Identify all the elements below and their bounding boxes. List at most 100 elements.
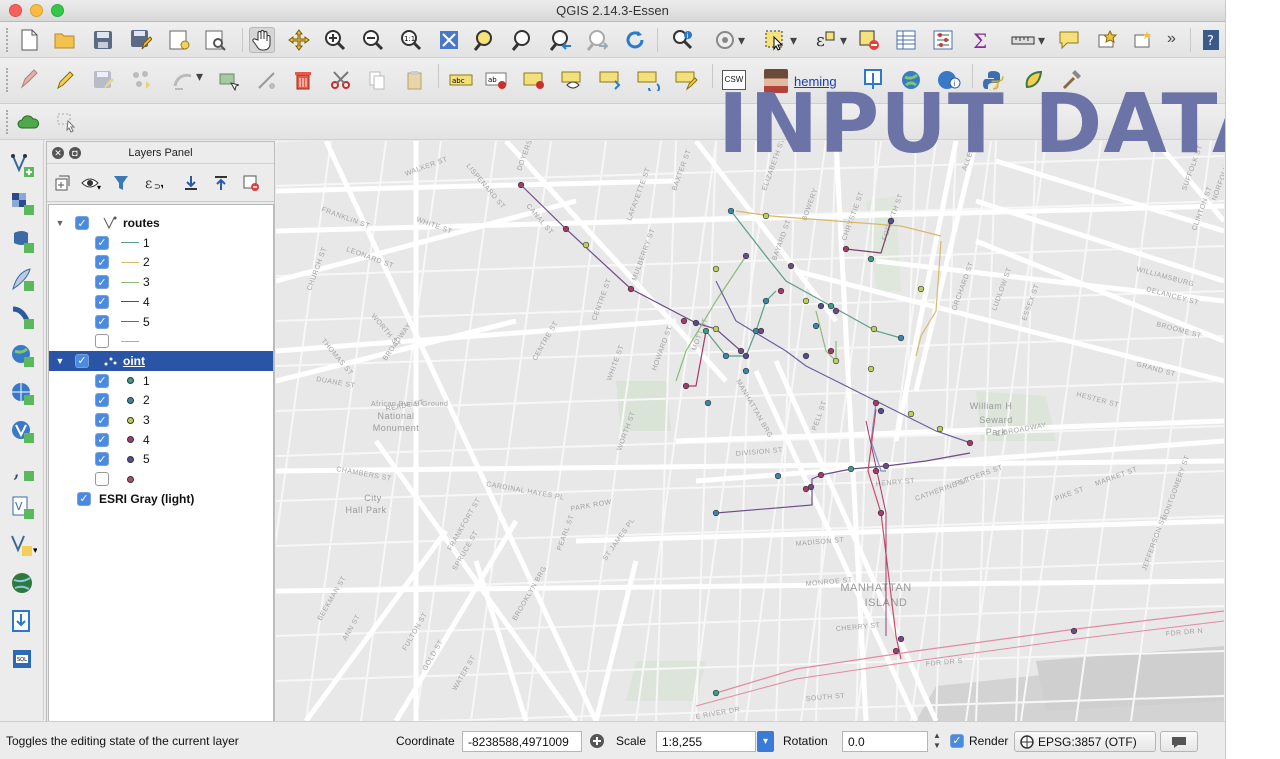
add-wfs-layer-button[interactable] bbox=[9, 418, 37, 446]
chevron-down-icon[interactable]: ▾ bbox=[790, 32, 797, 49]
layer-visibility-checkbox[interactable]: ✓ bbox=[95, 255, 109, 270]
new-shapefile-button[interactable]: ▾ bbox=[9, 532, 37, 560]
more-tools-button[interactable]: » bbox=[1167, 30, 1176, 48]
zoom-to-selection-button[interactable] bbox=[472, 27, 498, 53]
chevron-down-icon[interactable]: ▾ bbox=[196, 68, 203, 85]
layer-visibility-checkbox[interactable]: ✓ bbox=[95, 275, 109, 290]
layer-row[interactable]: ✓ 4 bbox=[49, 430, 273, 450]
layer-row[interactable]: ✓ 1 bbox=[49, 233, 273, 253]
layer-row[interactable]: ✓ 2 bbox=[49, 252, 273, 272]
chevron-down-icon[interactable]: ▾ bbox=[738, 32, 745, 49]
chevron-down-icon[interactable]: ▾ bbox=[1038, 32, 1045, 49]
zoom-to-layer-button[interactable] bbox=[510, 27, 536, 53]
layer-row[interactable] bbox=[49, 469, 273, 489]
expand-arrow-icon[interactable]: ▼ bbox=[53, 356, 67, 366]
minimize-window-button[interactable] bbox=[30, 4, 43, 17]
layer-visibility-checkbox[interactable]: ✓ bbox=[95, 373, 109, 388]
add-oracle-layer-button[interactable] bbox=[9, 608, 37, 636]
crs-button[interactable]: EPSG:3857 (OTF) bbox=[1014, 731, 1156, 752]
expand-all-button[interactable] bbox=[181, 173, 201, 193]
selection-tool-button[interactable] bbox=[54, 109, 80, 135]
new-bookmark-button[interactable] bbox=[1130, 27, 1156, 53]
map-tips-button[interactable] bbox=[1094, 27, 1120, 53]
zoom-next-button[interactable] bbox=[585, 27, 611, 53]
zoom-full-button[interactable] bbox=[436, 27, 462, 53]
pan-map-button[interactable] bbox=[249, 27, 275, 53]
show-hide-labels-button[interactable] bbox=[560, 67, 586, 93]
refresh-button[interactable] bbox=[622, 27, 648, 53]
delete-selected-button[interactable] bbox=[254, 67, 280, 93]
layer-row[interactable]: ✓ 2 bbox=[49, 390, 273, 410]
measure-line-button[interactable] bbox=[1010, 27, 1036, 53]
rotation-field[interactable] bbox=[842, 731, 928, 752]
layer-tree[interactable]: ▼ ✓ routes ✓ 1 ✓ 2 ✓ 3 ✓ 4 ✓ 5 ▼ ✓ oint ✓ 1 ✓ 2 ✓ 3 ✓ 4 ✓ 5 ✓ ESRI … bbox=[48, 204, 274, 722]
chevron-down-icon[interactable]: ▾ bbox=[840, 32, 847, 49]
save-layer-edits-button[interactable] bbox=[90, 67, 116, 93]
scale-field[interactable] bbox=[656, 731, 756, 752]
layer-row[interactable]: ✓ 3 bbox=[49, 272, 273, 292]
delete-button[interactable] bbox=[290, 67, 316, 93]
move-feature-button[interactable] bbox=[170, 67, 196, 93]
layer-visibility-checkbox[interactable]: ✓ bbox=[95, 294, 109, 309]
layer-row[interactable]: ▼ ✓ routes bbox=[49, 213, 273, 233]
zoom-last-button[interactable] bbox=[548, 27, 574, 53]
maximize-window-button[interactable] bbox=[51, 4, 64, 17]
layer-row[interactable]: ▼ ✓ oint bbox=[49, 350, 273, 371]
collapse-all-button[interactable] bbox=[211, 173, 231, 193]
layer-row[interactable]: ✓ 4 bbox=[49, 292, 273, 312]
layer-visibility-checkbox[interactable]: ✓ bbox=[75, 353, 89, 368]
statistics-button[interactable]: Σ bbox=[968, 27, 994, 53]
layer-visibility-checkbox[interactable]: ✓ bbox=[95, 393, 109, 408]
layer-row[interactable]: ✓ ESRI Gray (light) bbox=[49, 489, 273, 509]
layer-visibility-checkbox[interactable] bbox=[95, 334, 109, 349]
save-as-button[interactable] bbox=[128, 27, 154, 53]
cloud-plugin-button[interactable] bbox=[16, 109, 42, 135]
add-db2-layer-button[interactable]: SQL bbox=[9, 646, 37, 674]
coordinate-field[interactable] bbox=[462, 731, 582, 752]
add-raster-layer-button[interactable] bbox=[9, 190, 37, 218]
zoom-out-button[interactable] bbox=[360, 27, 386, 53]
toolbar-grip[interactable] bbox=[6, 68, 9, 92]
cut-features-button[interactable] bbox=[328, 67, 354, 93]
zoom-in-button[interactable] bbox=[322, 27, 348, 53]
attribute-table-button[interactable] bbox=[893, 27, 919, 53]
rotate-label-button[interactable] bbox=[636, 67, 662, 93]
node-tool-button[interactable] bbox=[215, 67, 241, 93]
select-by-expression-button[interactable]: ε bbox=[812, 27, 838, 53]
layer-row[interactable]: ✓ 3 bbox=[49, 410, 273, 430]
layer-visibility-checkbox[interactable]: ✓ bbox=[95, 235, 109, 250]
add-spatialite-layer-button[interactable] bbox=[9, 266, 37, 294]
add-wcs-layer-button[interactable] bbox=[9, 380, 37, 408]
toolbar-grip[interactable] bbox=[6, 28, 9, 52]
move-label-button[interactable] bbox=[598, 67, 624, 93]
add-wms-layer-button[interactable] bbox=[9, 342, 37, 370]
select-features-button[interactable] bbox=[762, 27, 788, 53]
copy-features-button[interactable] bbox=[364, 67, 390, 93]
layer-visibility-checkbox[interactable]: ✓ bbox=[77, 491, 91, 506]
layer-visibility-checkbox[interactable]: ✓ bbox=[95, 452, 109, 467]
add-feature-button[interactable] bbox=[128, 67, 154, 93]
current-edits-button[interactable] bbox=[16, 67, 42, 93]
layer-visibility-checkbox[interactable]: ✓ bbox=[75, 216, 89, 230]
messages-button[interactable] bbox=[1160, 731, 1198, 752]
scale-dropdown-icon[interactable]: ▾ bbox=[757, 731, 774, 752]
identify-button[interactable]: i bbox=[670, 27, 696, 53]
layer-visibility-checkbox[interactable]: ✓ bbox=[95, 413, 109, 427]
new-project-button[interactable] bbox=[16, 27, 42, 53]
expand-arrow-icon[interactable]: ▼ bbox=[53, 218, 67, 228]
layer-row[interactable]: ✓ 5 bbox=[49, 449, 273, 469]
add-virtual-layer-button[interactable]: V bbox=[9, 494, 37, 522]
close-panel-icon[interactable]: ✕ bbox=[52, 147, 64, 159]
open-project-button[interactable] bbox=[52, 27, 78, 53]
layer-visibility-checkbox[interactable] bbox=[95, 472, 109, 487]
toggle-editing-button[interactable] bbox=[52, 67, 78, 93]
remove-layer-button[interactable] bbox=[241, 173, 261, 193]
annotation-button[interactable] bbox=[1056, 27, 1082, 53]
pin-labels-button[interactable]: ab bbox=[484, 67, 510, 93]
field-calculator-button[interactable] bbox=[930, 27, 956, 53]
extents-toggle-icon[interactable] bbox=[588, 732, 606, 753]
layer-row[interactable] bbox=[49, 331, 273, 351]
paste-features-button[interactable] bbox=[402, 67, 428, 93]
toolbar-grip[interactable] bbox=[6, 110, 9, 134]
render-checkbox[interactable]: ✓ bbox=[950, 733, 964, 748]
